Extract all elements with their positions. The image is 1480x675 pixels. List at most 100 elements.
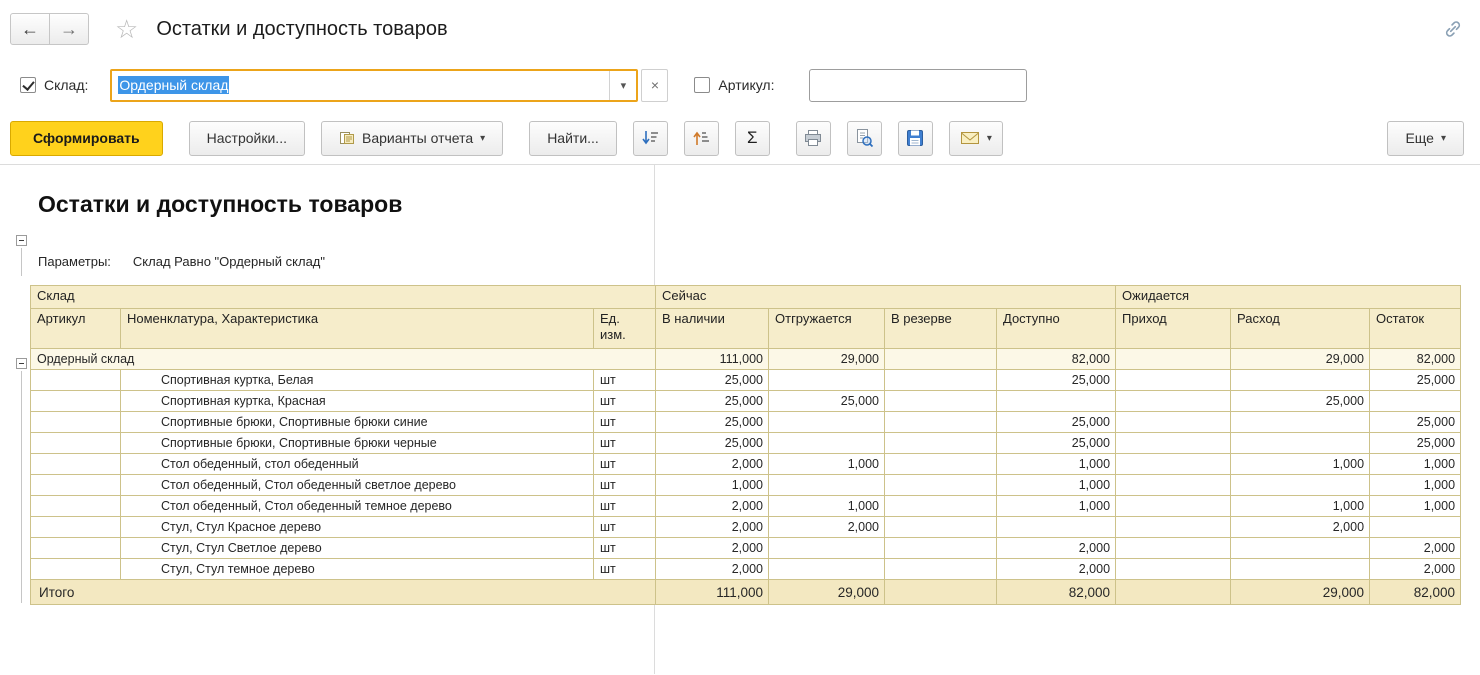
unit-cell: шт [594, 412, 656, 433]
col-header-available[interactable]: Доступно [997, 309, 1116, 349]
value-cell: 25,000 [1370, 412, 1461, 433]
col-header-nomenclature[interactable]: Номенклатура, Характеристика [121, 309, 594, 349]
value-cell: 1,000 [997, 496, 1116, 517]
grid-column-header-row: Артикул Номенклатура, Характеристика Ед.… [31, 309, 1461, 349]
collapse-group-button[interactable] [16, 358, 27, 369]
value-cell [1116, 433, 1231, 454]
col-header-shipping[interactable]: Отгружается [769, 309, 885, 349]
value-cell [1116, 475, 1231, 496]
chevron-down-icon: ▾ [621, 79, 627, 92]
value-cell: 25,000 [656, 370, 769, 391]
print-button[interactable] [796, 121, 831, 156]
value-cell [1370, 517, 1461, 538]
value-cell [769, 475, 885, 496]
send-mail-button[interactable]: ▾ [949, 121, 1003, 156]
value-cell: 2,000 [656, 538, 769, 559]
value-cell: 2,000 [1370, 559, 1461, 580]
value-cell [1116, 454, 1231, 475]
value-cell: 1,000 [1231, 496, 1370, 517]
band-header-expected[interactable]: Ожидается [1116, 286, 1461, 309]
value-cell [1370, 391, 1461, 412]
col-header-articul[interactable]: Артикул [31, 309, 121, 349]
value-cell [1116, 517, 1231, 538]
back-button[interactable]: ← [10, 13, 50, 45]
mail-icon [960, 130, 980, 146]
preview-icon [854, 128, 874, 148]
warehouse-clear-button[interactable]: × [641, 69, 668, 102]
value-cell: 2,000 [769, 517, 885, 538]
unit-cell: шт [594, 433, 656, 454]
unit-cell: шт [594, 496, 656, 517]
value-cell [885, 349, 997, 370]
col-header-incoming[interactable]: Приход [1116, 309, 1231, 349]
warehouse-input[interactable]: Ордерный склад [112, 71, 609, 100]
value-cell [885, 496, 997, 517]
back-arrow-icon: ← [21, 19, 39, 40]
articul-checkbox[interactable] [694, 77, 710, 93]
value-cell: 1,000 [1370, 475, 1461, 496]
settings-button[interactable]: Настройки... [189, 121, 305, 156]
chevron-down-icon: ▾ [480, 133, 485, 144]
warehouse-checkbox[interactable] [20, 77, 36, 93]
band-header-warehouse[interactable]: Склад [31, 286, 656, 309]
sort-ascending-icon [691, 128, 711, 148]
value-cell [885, 538, 997, 559]
value-cell [1116, 370, 1231, 391]
value-cell [885, 412, 997, 433]
nomenclature-cell: Стул, Стул Красное дерево [121, 517, 594, 538]
report-parameters: Параметры: Склад Равно "Ордерный склад" [38, 254, 1480, 269]
table-row: Стол обеденный, стол обеденныйшт2,0001,0… [31, 454, 1461, 475]
band-header-now[interactable]: Сейчас [656, 286, 1116, 309]
page-title: Остатки и доступность товаров [156, 18, 447, 41]
generate-button[interactable]: Сформировать [10, 121, 163, 156]
print-preview-button[interactable] [847, 121, 882, 156]
col-header-outgoing[interactable]: Расход [1231, 309, 1370, 349]
col-header-balance[interactable]: Остаток [1370, 309, 1461, 349]
get-link-button[interactable] [1442, 18, 1464, 40]
favorite-star-icon[interactable]: ☆ [115, 16, 138, 42]
value-cell: 25,000 [656, 391, 769, 412]
value-cell [997, 391, 1116, 412]
find-button[interactable]: Найти... [529, 121, 617, 156]
value-cell: 2,000 [656, 454, 769, 475]
more-button[interactable]: Еще ▾ [1387, 121, 1464, 156]
collapse-params-button[interactable] [16, 235, 27, 246]
value-cell: 25,000 [656, 412, 769, 433]
floppy-save-icon [905, 128, 925, 148]
warehouse-label[interactable]: Склад: [44, 77, 88, 93]
value-cell [885, 454, 997, 475]
sort-descending-button[interactable] [633, 121, 668, 156]
articul-label[interactable]: Артикул: [718, 77, 774, 93]
group-row: Ордерный склад111,00029,00082,00029,0008… [31, 349, 1461, 370]
unit-cell: шт [594, 454, 656, 475]
value-cell: 1,000 [1370, 454, 1461, 475]
col-header-onhand[interactable]: В наличии [656, 309, 769, 349]
value-cell: 25,000 [997, 370, 1116, 391]
report-table-body: Ордерный склад111,00029,00082,00029,0008… [31, 349, 1461, 605]
value-cell: 1,000 [769, 454, 885, 475]
save-button[interactable] [898, 121, 933, 156]
value-cell [1231, 370, 1370, 391]
articul-input[interactable] [809, 69, 1027, 102]
articul-cell [31, 412, 121, 433]
report-variants-button[interactable]: Варианты отчета ▾ [321, 121, 503, 156]
sum-button[interactable]: Σ [735, 121, 770, 156]
value-cell: 25,000 [997, 433, 1116, 454]
sigma-icon: Σ [747, 128, 758, 148]
articul-cell [31, 496, 121, 517]
col-header-unit[interactable]: Ед. изм. [594, 309, 656, 349]
nomenclature-cell: Стол обеденный, Стол обеденный темное де… [121, 496, 594, 517]
value-cell [1116, 538, 1231, 559]
col-header-reserve[interactable]: В резерве [885, 309, 997, 349]
report-toolbar: Сформировать Настройки... Варианты отчет… [0, 112, 1480, 164]
sort-ascending-button[interactable] [684, 121, 719, 156]
table-row: Стол обеденный, Стол обеденный светлое д… [31, 475, 1461, 496]
report-area: Остатки и доступность товаров Параметры:… [0, 165, 1480, 674]
value-cell [1231, 475, 1370, 496]
value-cell [885, 391, 997, 412]
forward-button[interactable]: → [49, 13, 89, 45]
group-name-cell[interactable]: Ордерный склад [31, 349, 656, 370]
value-cell [1231, 412, 1370, 433]
value-cell: 2,000 [1370, 538, 1461, 559]
warehouse-dropdown-button[interactable]: ▾ [609, 71, 636, 100]
